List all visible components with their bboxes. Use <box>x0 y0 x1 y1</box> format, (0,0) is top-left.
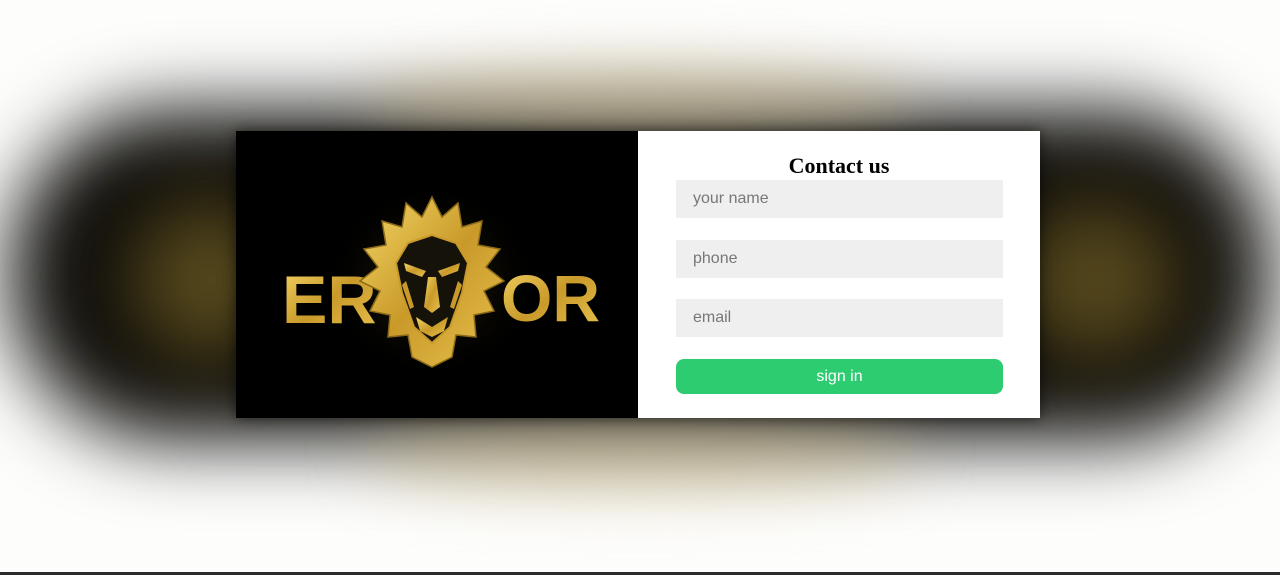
error-lion-logo: ER OR <box>282 181 600 381</box>
background-gold-glow-bottom <box>360 420 920 490</box>
name-input[interactable] <box>676 180 1003 218</box>
logo-panel: ER OR <box>236 131 638 418</box>
contact-form-panel: Contact us sign in <box>638 131 1040 418</box>
phone-input[interactable] <box>676 240 1003 278</box>
form-title: Contact us <box>788 153 890 178</box>
sign-in-button[interactable]: sign in <box>676 359 1003 394</box>
contact-card: ER OR Contact us your name phone email s… <box>236 131 1040 418</box>
email-input[interactable] <box>676 299 1003 337</box>
background-gold-glow-top <box>360 70 920 130</box>
logo-text-left: ER <box>282 262 376 338</box>
logo-text-right: OR <box>501 261 600 335</box>
